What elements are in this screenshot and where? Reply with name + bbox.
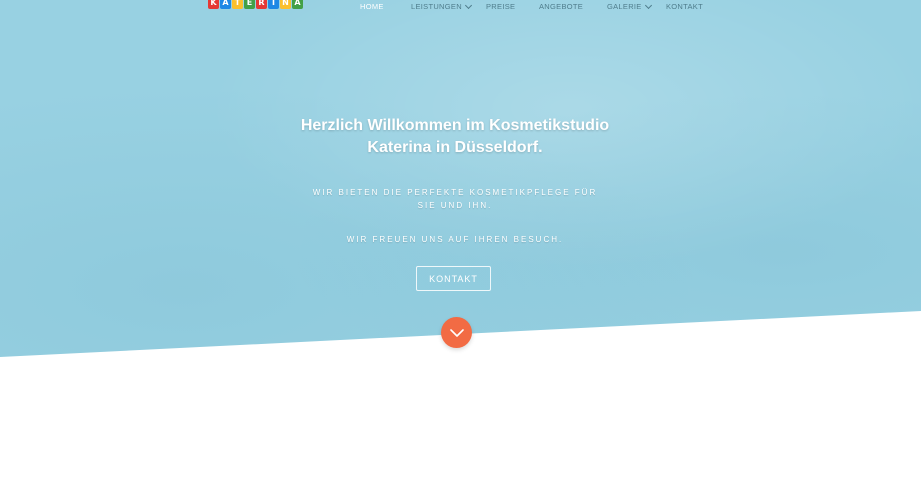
nav-item-angebote[interactable]: ANGEBOTE [539,2,583,11]
page: K A T E R I N A HOME LEISTUNGEN PREISE A… [0,0,921,480]
hero-tagline: WIR BIETEN DIE PERFEKTE KOSMETIKPFLEGE F… [300,186,610,212]
chevron-down-icon [644,1,652,10]
scroll-down-button[interactable] [441,317,472,348]
hero-welcome-text: WIR FREUEN UNS AUF IHREN BESUCH. [346,235,564,244]
nav-item-label: LEISTUNGEN [411,2,462,11]
main-nav: HOME LEISTUNGEN PREISE ANGEBOTE GALERIE … [0,1,921,14]
headline-line: Katerina in Düsseldorf. [367,139,543,156]
contact-button[interactable]: KONTAKT [416,266,491,291]
nav-item-leistungen[interactable]: LEISTUNGEN [411,1,472,11]
hero-background [0,0,921,357]
chevron-down-icon [464,1,472,10]
nav-item-galerie[interactable]: GALERIE [607,1,652,11]
hero-headline: Herzlich Willkommen im Kosmetikstudio Ka… [290,115,620,159]
nav-item-preise[interactable]: PREISE [486,2,515,11]
nav-item-home[interactable]: HOME [360,2,384,11]
tagline-line: SIE UND IHN. [417,201,493,210]
headline-line: Herzlich Willkommen im Kosmetikstudio [300,117,610,134]
nav-item-label: GALERIE [607,2,642,11]
chevron-down-icon [449,328,464,337]
nav-item-kontakt[interactable]: KONTAKT [666,2,703,11]
tagline-line: WIR BIETEN DIE PERFEKTE KOSMETIKPFLEGE F… [312,188,598,197]
